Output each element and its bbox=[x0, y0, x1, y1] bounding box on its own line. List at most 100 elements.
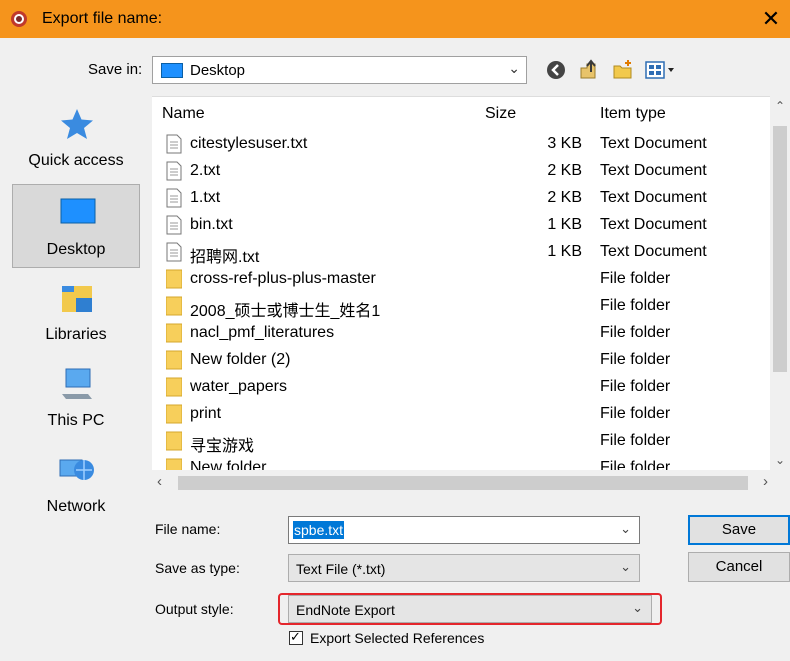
file-name: citestylesuser.txt bbox=[190, 135, 308, 152]
scroll-right-icon[interactable]: › bbox=[763, 473, 768, 490]
cancel-button[interactable]: Cancel bbox=[688, 552, 790, 582]
file-row[interactable]: 1.txt 2 KB Text Document bbox=[152, 185, 772, 212]
file-name: cross-ref-plus-plus-master bbox=[190, 270, 376, 287]
file-row[interactable]: 寻宝游戏 File folder bbox=[152, 428, 772, 455]
column-header-size[interactable]: Size bbox=[485, 105, 516, 123]
place-label: This PC bbox=[47, 412, 105, 429]
file-row[interactable]: bin.txt 1 KB Text Document bbox=[152, 212, 772, 239]
export-selected-label[interactable]: Export Selected References bbox=[310, 630, 484, 646]
places-bar: Quick access Desktop Libraries This PC N… bbox=[12, 96, 140, 562]
file-type: File folder bbox=[600, 351, 671, 368]
file-name: 2008_硕士或博士生_姓名1 bbox=[190, 303, 381, 320]
place-label: Libraries bbox=[45, 326, 107, 343]
file-type: File folder bbox=[600, 324, 671, 341]
file-name-label: File name: bbox=[155, 521, 221, 537]
output-style-label: Output style: bbox=[155, 601, 234, 617]
file-size: 1 KB bbox=[547, 243, 582, 260]
desktop-icon bbox=[60, 198, 96, 224]
file-type: File folder bbox=[600, 297, 671, 314]
file-type: File folder bbox=[600, 405, 671, 422]
place-libraries[interactable]: Libraries bbox=[12, 270, 140, 354]
file-type: Text Document bbox=[600, 216, 707, 233]
scroll-thumb[interactable] bbox=[178, 476, 748, 490]
new-folder-icon[interactable] bbox=[611, 58, 635, 82]
vertical-scrollbar[interactable]: ⌃ ⌄ bbox=[770, 96, 790, 470]
network-icon bbox=[59, 459, 94, 480]
libraries-icon bbox=[62, 286, 92, 312]
column-header-name[interactable]: Name bbox=[162, 105, 205, 123]
file-size: 2 KB bbox=[547, 162, 582, 179]
folder-icon bbox=[166, 323, 182, 343]
file-list[interactable]: Name Size Item type citestylesuser.txt 3 … bbox=[152, 96, 790, 496]
file-type: File folder bbox=[600, 432, 671, 449]
file-type: Text Document bbox=[600, 162, 707, 179]
scroll-thumb[interactable] bbox=[773, 126, 787, 372]
file-size: 2 KB bbox=[547, 189, 582, 206]
window-title: Export file name: bbox=[42, 10, 163, 27]
text-file-icon bbox=[166, 188, 182, 208]
folder-icon bbox=[166, 350, 182, 370]
save-in-label: Save in: bbox=[88, 61, 143, 78]
file-row[interactable]: 招聘网.txt 1 KB Text Document bbox=[152, 239, 772, 266]
file-row[interactable]: 2.txt 2 KB Text Document bbox=[152, 158, 772, 185]
file-size: 1 KB bbox=[547, 216, 582, 233]
close-icon[interactable]: ✕ bbox=[756, 4, 786, 34]
export-selected-checkbox[interactable]: ✓ bbox=[289, 629, 303, 645]
file-name: nacl_pmf_literatures bbox=[190, 324, 335, 341]
file-name: 1.txt bbox=[190, 189, 221, 206]
file-row[interactable]: nacl_pmf_literatures File folder bbox=[152, 320, 772, 347]
file-type: File folder bbox=[600, 378, 671, 395]
view-menu-icon[interactable] bbox=[644, 58, 678, 82]
scroll-down-icon[interactable]: ⌄ bbox=[775, 453, 785, 467]
file-name-input[interactable]: spbe.txt ⌄ bbox=[288, 516, 640, 544]
place-label: Quick access bbox=[28, 152, 124, 169]
place-network[interactable]: Network bbox=[12, 442, 140, 526]
text-file-icon bbox=[166, 134, 182, 154]
horizontal-scrollbar[interactable]: ‹ › bbox=[152, 470, 790, 496]
up-folder-icon[interactable] bbox=[577, 58, 601, 82]
title-bar: Export file name: ✕ bbox=[0, 0, 790, 38]
chevron-down-icon: ⌄ bbox=[508, 60, 520, 76]
place-this-pc[interactable]: This PC bbox=[12, 356, 140, 440]
chevron-down-icon: ⌄ bbox=[620, 559, 631, 574]
file-type: Text Document bbox=[600, 189, 707, 206]
back-icon[interactable] bbox=[544, 58, 568, 82]
scroll-up-icon[interactable]: ⌃ bbox=[775, 99, 785, 113]
file-row[interactable]: New folder (2) File folder bbox=[152, 347, 772, 374]
file-name: print bbox=[190, 405, 222, 422]
chevron-down-icon[interactable]: ⌄ bbox=[620, 521, 631, 537]
checkmark-icon: ✓ bbox=[290, 629, 301, 644]
text-file-icon bbox=[166, 242, 182, 262]
file-name: New folder (2) bbox=[190, 351, 291, 368]
folder-icon bbox=[166, 404, 182, 424]
text-file-icon bbox=[166, 215, 182, 235]
file-name: bin.txt bbox=[190, 216, 233, 233]
place-quick-access[interactable]: Quick access bbox=[12, 96, 140, 180]
file-type: File folder bbox=[600, 270, 671, 287]
file-name: 2.txt bbox=[190, 162, 221, 179]
column-header-type[interactable]: Item type bbox=[600, 105, 666, 123]
file-name: 寻宝游戏 bbox=[190, 438, 255, 455]
file-name: 招聘网.txt bbox=[190, 249, 260, 266]
file-row[interactable]: cross-ref-plus-plus-master File folder bbox=[152, 266, 772, 293]
scroll-left-icon[interactable]: ‹ bbox=[157, 473, 162, 490]
save-button[interactable]: Save bbox=[688, 515, 790, 545]
save-in-dropdown[interactable]: Desktop ⌄ bbox=[152, 56, 527, 84]
folder-icon bbox=[166, 431, 182, 451]
file-name: water_papers bbox=[190, 378, 287, 395]
place-desktop[interactable]: Desktop bbox=[12, 184, 140, 268]
save-as-type-value: Text File (*.txt) bbox=[296, 561, 386, 577]
folder-icon bbox=[166, 377, 182, 397]
save-as-type-dropdown[interactable]: Text File (*.txt) ⌄ bbox=[288, 554, 640, 582]
place-label: Desktop bbox=[46, 241, 106, 258]
save-as-type-label: Save as type: bbox=[155, 560, 240, 576]
file-row[interactable]: print File folder bbox=[152, 401, 772, 428]
file-row[interactable]: 2008_硕士或博士生_姓名1 File folder bbox=[152, 293, 772, 320]
folder-icon bbox=[166, 269, 182, 289]
file-row[interactable]: water_papers File folder bbox=[152, 374, 772, 401]
computer-icon bbox=[62, 368, 92, 399]
file-row[interactable]: citestylesuser.txt 3 KB Text Document bbox=[152, 131, 772, 158]
save-in-value: Desktop bbox=[190, 62, 246, 79]
file-type: Text Document bbox=[600, 243, 707, 260]
file-size: 3 KB bbox=[547, 135, 582, 152]
